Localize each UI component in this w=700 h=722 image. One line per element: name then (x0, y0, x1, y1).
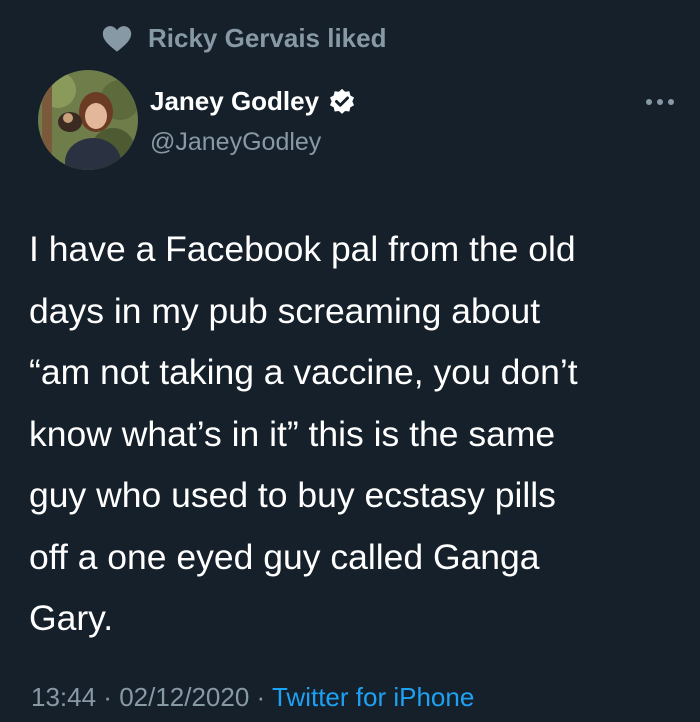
meta-separator: · (249, 682, 272, 712)
social-context[interactable]: Ricky Gervais liked (100, 18, 386, 58)
heart-icon (102, 26, 132, 52)
tweet-text: I have a Facebook pal from the old days … (29, 229, 578, 638)
social-context-text: Ricky Gervais liked (148, 22, 387, 53)
tweet-date: 02/12/2020 (119, 682, 250, 712)
more-options-button[interactable] (642, 90, 678, 114)
author-handle[interactable]: @JaneyGodley (150, 128, 321, 157)
verified-icon (330, 88, 355, 114)
meta-separator: · (96, 682, 120, 712)
tweet-metadata: 13:44 · 02/12/2020 · Twitter for iPhone (31, 682, 474, 713)
author-name-row[interactable]: Janey Godley (150, 86, 357, 117)
avatar[interactable] (38, 70, 138, 170)
tweet-time: 13:44 (31, 682, 97, 712)
more-icon (646, 99, 674, 105)
tweet-source-link[interactable]: Twitter for iPhone (272, 682, 474, 712)
author-name[interactable]: Janey Godley (150, 86, 319, 117)
